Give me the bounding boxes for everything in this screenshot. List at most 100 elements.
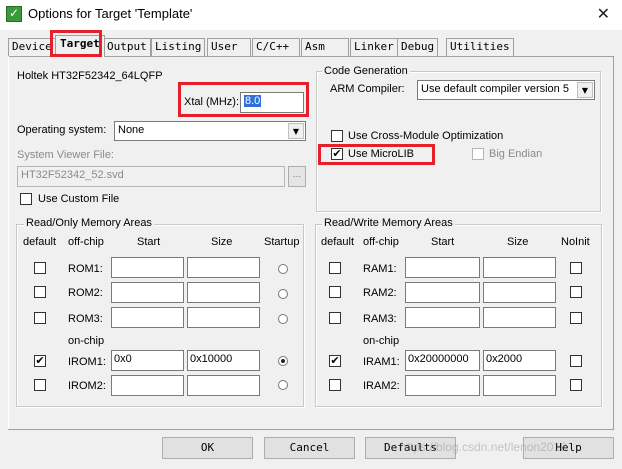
ram-header-noinit: NoInit	[561, 236, 590, 248]
ram1-noinit-checkbox[interactable]	[570, 262, 582, 274]
code-generation-title: Code Generation	[322, 65, 410, 77]
tab-asm[interactable]: Asm	[301, 38, 349, 56]
svf-input[interactable]: HT32F52342_52.svd	[17, 166, 285, 187]
rom2-label: ROM2:	[68, 287, 103, 299]
irom2-size-input[interactable]	[187, 375, 260, 396]
ram-header-start: Start	[431, 236, 455, 248]
irom2-start-input[interactable]	[111, 375, 184, 396]
ram3-start-input[interactable]	[405, 307, 480, 328]
tab-panel-left-border	[8, 56, 9, 430]
irom1-size-input[interactable]: 0x10000	[187, 350, 260, 371]
os-label: Operating system:	[17, 124, 107, 136]
cross-module-label: Use Cross-Module Optimization	[348, 130, 504, 142]
rom-header-default: default	[23, 236, 57, 248]
rom3-start-input[interactable]	[111, 307, 184, 328]
rom3-label: ROM3:	[68, 313, 103, 325]
ram2-size-input[interactable]	[483, 282, 556, 303]
iram2-start-input[interactable]	[405, 375, 480, 396]
tab-panel-bottom-border	[8, 429, 614, 430]
ram3-default-checkbox[interactable]	[329, 312, 341, 324]
ram2-label: RAM2:	[363, 287, 397, 299]
irom1-label: IROM1:	[68, 356, 106, 368]
xtal-value: 8.0	[244, 95, 262, 107]
chevron-down-icon[interactable]: ▼	[288, 123, 304, 139]
arm-compiler-value: Use default compiler version 5	[421, 83, 569, 95]
ram3-label: RAM3:	[363, 313, 397, 325]
irom1-startup-radio[interactable]	[278, 356, 288, 366]
window-title: Options for Target 'Template'	[28, 6, 193, 21]
ram-header-size: Size	[507, 236, 529, 248]
custom-file-label: Use Custom File	[38, 193, 120, 205]
close-icon[interactable]: ✕	[597, 4, 610, 23]
tab-debug[interactable]: Debug	[397, 38, 439, 56]
iram2-noinit-checkbox[interactable]	[570, 379, 582, 391]
xtal-input[interactable]: 8.0	[240, 92, 304, 113]
iram2-default-checkbox[interactable]	[329, 379, 341, 391]
ram1-start-input[interactable]	[405, 257, 480, 278]
ram1-default-checkbox[interactable]	[329, 262, 341, 274]
rom3-size-input[interactable]	[187, 307, 260, 328]
iram2-label: IRAM2:	[363, 380, 400, 392]
ram2-default-checkbox[interactable]	[329, 286, 341, 298]
rom2-size-input[interactable]	[187, 282, 260, 303]
os-select[interactable]: None ▼	[114, 121, 306, 141]
rom3-default-checkbox[interactable]	[34, 312, 46, 324]
ram-onchip-label: on-chip	[363, 335, 400, 347]
custom-file-checkbox[interactable]	[20, 193, 32, 205]
rom1-size-input[interactable]	[187, 257, 260, 278]
device-name: Holtek HT32F52342_64LQFP	[17, 70, 163, 82]
tab-linker[interactable]: Linker	[350, 38, 398, 56]
tab-listing[interactable]: Listing	[151, 38, 206, 56]
xtal-label: Xtal (MHz):	[184, 96, 239, 108]
rom1-start-input[interactable]	[111, 257, 184, 278]
iram1-noinit-checkbox[interactable]	[570, 355, 582, 367]
big-endian-checkbox[interactable]	[472, 148, 484, 160]
irom2-startup-radio[interactable]	[278, 380, 288, 390]
tab-utilities[interactable]: Utilities	[446, 38, 514, 56]
rom2-start-input[interactable]	[111, 282, 184, 303]
rom2-startup-radio[interactable]	[278, 289, 288, 299]
ram3-size-input[interactable]	[483, 307, 556, 328]
iram1-default-checkbox[interactable]: ✔	[329, 355, 341, 367]
cancel-button[interactable]: Cancel	[264, 437, 355, 459]
rom1-label: ROM1:	[68, 263, 103, 275]
microlib-label: Use MicroLIB	[348, 148, 415, 160]
rom-onchip-label: on-chip	[68, 335, 105, 347]
rom-header-startup: Startup	[264, 236, 300, 248]
rom1-default-checkbox[interactable]	[34, 262, 46, 274]
tab-device[interactable]: Device	[8, 38, 56, 56]
irom1-start-input[interactable]: 0x0	[111, 350, 184, 371]
iram1-start-input[interactable]: 0x20000000	[405, 350, 480, 371]
tab-target[interactable]: Target	[55, 35, 105, 57]
tab-panel-right-border	[613, 56, 614, 430]
ram1-size-input[interactable]	[483, 257, 556, 278]
irom2-default-checkbox[interactable]	[34, 379, 46, 391]
iram1-size-input[interactable]: 0x2000	[483, 350, 556, 371]
ram1-label: RAM1:	[363, 263, 397, 275]
keil-app-icon	[6, 6, 22, 22]
rom-header-size: Size	[211, 236, 233, 248]
irom1-default-checkbox[interactable]: ✔	[34, 355, 46, 367]
ok-button[interactable]: OK	[162, 437, 253, 459]
iram2-size-input[interactable]	[483, 375, 556, 396]
rom2-default-checkbox[interactable]	[34, 286, 46, 298]
arm-compiler-select[interactable]: Use default compiler version 5 ▼	[417, 80, 595, 100]
big-endian-label: Big Endian	[489, 148, 543, 160]
tab-cc[interactable]: C/C++	[252, 38, 300, 56]
cross-module-checkbox[interactable]	[331, 130, 343, 142]
microlib-checkbox[interactable]: ✔	[331, 148, 343, 160]
rom-header-offchip: off-chip	[68, 236, 104, 248]
svf-browse-button[interactable]: ...	[288, 166, 306, 187]
arm-compiler-label: ARM Compiler:	[330, 83, 405, 95]
svf-label: System Viewer File:	[17, 149, 114, 161]
irom2-label: IROM2:	[68, 380, 106, 392]
ram2-noinit-checkbox[interactable]	[570, 286, 582, 298]
rom1-startup-radio[interactable]	[278, 264, 288, 274]
tab-output[interactable]: Output	[103, 38, 151, 56]
ram2-start-input[interactable]	[405, 282, 480, 303]
rom3-startup-radio[interactable]	[278, 314, 288, 324]
tab-user[interactable]: User	[207, 38, 251, 56]
ram3-noinit-checkbox[interactable]	[570, 312, 582, 324]
chevron-down-icon[interactable]: ▼	[577, 82, 593, 98]
ram-header-offchip: off-chip	[363, 236, 399, 248]
